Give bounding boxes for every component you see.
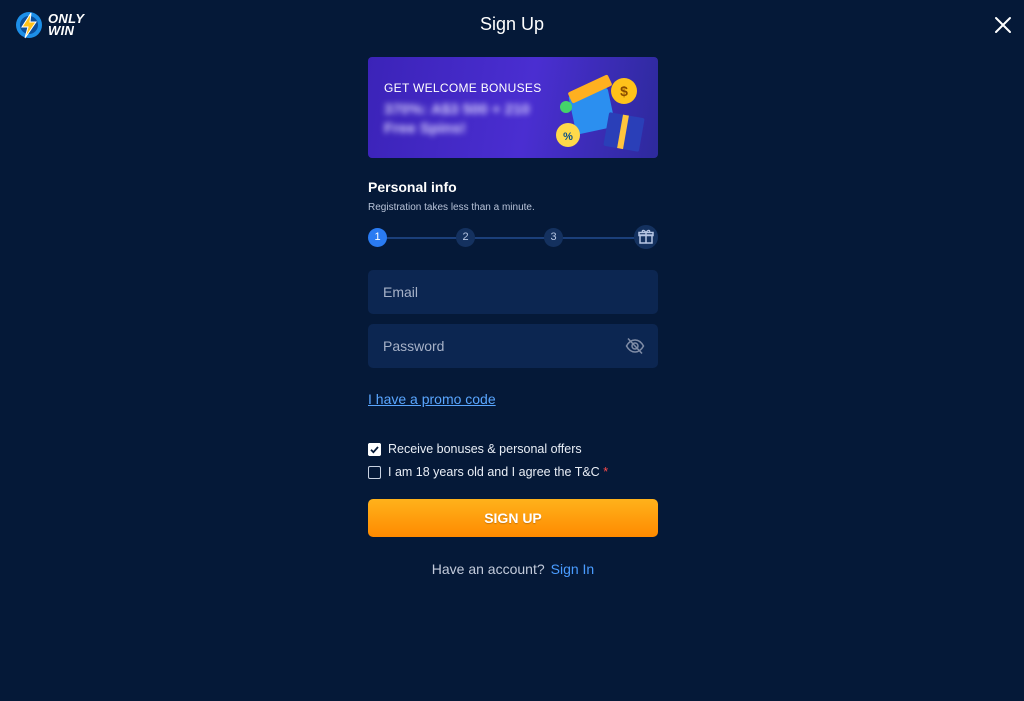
bonuses-checkbox-row[interactable]: Receive bonuses & personal offers xyxy=(368,442,658,456)
gift-boxes-illustration: $ % xyxy=(556,74,645,152)
section-subtitle: Registration takes less than a minute. xyxy=(368,202,535,213)
password-field-wrapper xyxy=(368,324,658,368)
banner-heading: GET WELCOME BONUSES xyxy=(384,81,542,95)
close-icon[interactable] xyxy=(992,14,1014,36)
svg-text:%: % xyxy=(563,131,573,143)
section-title: Personal info xyxy=(368,179,457,195)
have-account-row: Have an account? Sign In xyxy=(368,561,658,577)
step-1: 1 xyxy=(368,228,387,247)
email-field-wrapper xyxy=(368,270,658,314)
required-mark: * xyxy=(603,465,609,479)
checkbox-checked-icon[interactable] xyxy=(368,442,381,456)
eye-off-icon[interactable] xyxy=(625,337,645,355)
terms-checkbox-row[interactable]: I am 18 years old and I agree the T&C * xyxy=(368,465,658,479)
page-title: Sign Up xyxy=(479,14,545,34)
bonuses-checkbox-label: Receive bonuses & personal offers xyxy=(388,442,582,456)
have-account-text: Have an account? xyxy=(431,561,545,577)
terms-checkbox[interactable] xyxy=(368,465,381,479)
svg-text:$: $ xyxy=(620,83,628,99)
gift-icon xyxy=(634,225,658,249)
banner-bonus-text: 370%: A$3 500 + 210 Free Spins! xyxy=(384,101,530,137)
password-field[interactable] xyxy=(381,337,625,355)
sign-in-link[interactable]: Sign In xyxy=(551,561,595,577)
welcome-bonus-banner[interactable]: GET WELCOME BONUSES 370%: A$3 500 + 210 … xyxy=(368,57,658,158)
step-3: 3 xyxy=(544,228,563,247)
sign-up-button[interactable]: SIGN UP xyxy=(368,499,658,537)
promo-code-link[interactable]: I have a promo code xyxy=(368,391,496,407)
email-field[interactable] xyxy=(381,283,645,301)
signup-panel: GET WELCOME BONUSES 370%: A$3 500 + 210 … xyxy=(368,57,658,577)
terms-label-text: I am 18 years old and I agree the T&C xyxy=(388,465,600,479)
step-2: 2 xyxy=(456,228,475,247)
registration-stepper: 1 2 3 xyxy=(368,225,658,249)
stepper-track xyxy=(378,237,648,239)
terms-checkbox-label: I am 18 years old and I agree the T&C * xyxy=(388,465,608,479)
